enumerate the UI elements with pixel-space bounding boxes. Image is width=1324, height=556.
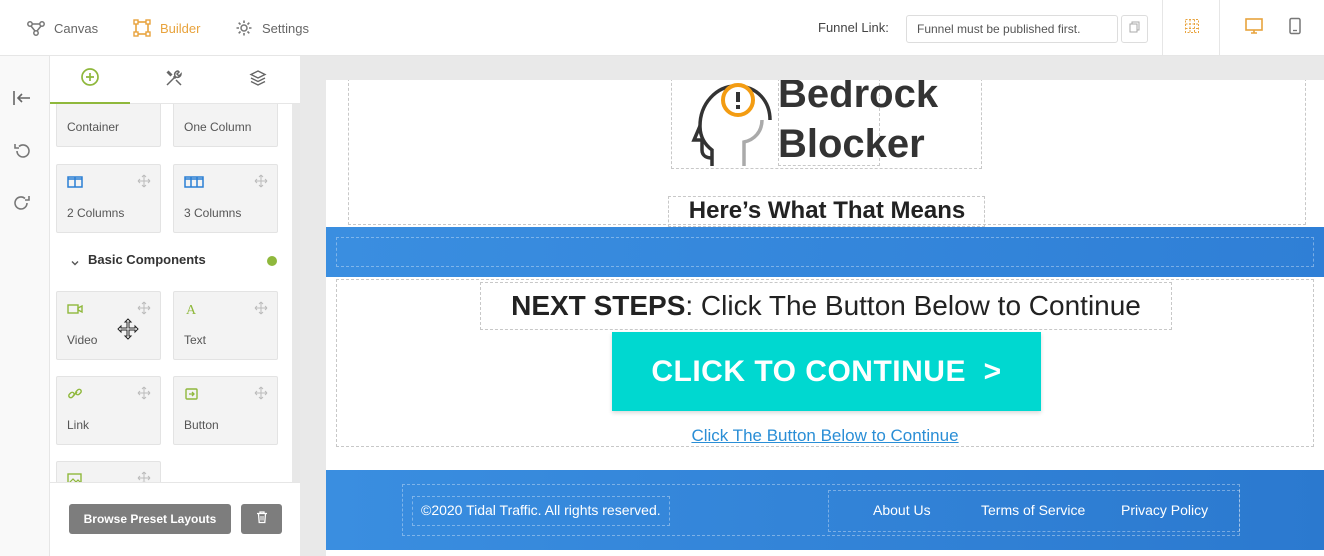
next-steps-text[interactable]: NEXT STEPS: Click The Button Below to Co…: [480, 282, 1172, 330]
nav-builder-label: Builder: [160, 20, 201, 36]
component-label: Link: [67, 418, 90, 432]
component-label: 3 Columns: [184, 206, 242, 220]
grid-icon: [1184, 18, 1200, 39]
grid-toggle-button[interactable]: [1182, 18, 1202, 38]
cta-button-label: CLICK TO CONTINUE >: [651, 354, 1002, 388]
redo-button[interactable]: [11, 194, 33, 216]
top-toolbar: Canvas Builder Settings Funnel Link: Fun…: [0, 0, 1324, 56]
component-label: Button: [184, 418, 219, 432]
drag-handle-icon[interactable]: [137, 174, 151, 188]
component-button[interactable]: Button: [173, 376, 278, 445]
continue-link[interactable]: Click The Button Below to Continue: [326, 426, 1324, 446]
next-steps-bold: NEXT STEPS: [511, 290, 686, 321]
toolbar-divider: [1219, 0, 1220, 56]
footer-link-about-us[interactable]: About Us: [873, 502, 931, 518]
nav-canvas-label: Canvas: [54, 20, 99, 36]
components-list: Container One Column 2 Columns 3 Columns: [50, 104, 292, 482]
toolbar-divider: [1162, 0, 1163, 56]
video-icon: [67, 302, 83, 316]
logo-text-line1: Bedrock: [778, 80, 939, 116]
panel-tabs: [50, 56, 300, 104]
move-cursor-icon: [117, 318, 139, 340]
drag-handle-icon[interactable]: [137, 301, 151, 315]
redo-icon: [12, 193, 32, 218]
drag-handle-icon[interactable]: [254, 386, 268, 400]
panel-scrollbar[interactable]: [292, 104, 300, 482]
nav-builder[interactable]: Builder: [132, 0, 200, 56]
component-container[interactable]: Container: [56, 104, 161, 147]
component-image[interactable]: [56, 461, 161, 482]
editor-canvas: Bedrock Blocker Here’s What That Means N…: [300, 56, 1324, 556]
panel-footer: Browse Preset Layouts: [50, 482, 300, 556]
section-title-basic-components[interactable]: Basic Components: [88, 252, 206, 267]
click-to-continue-button[interactable]: CLICK TO CONTINUE >: [612, 332, 1041, 411]
gear-icon: [234, 18, 254, 38]
collapse-panel-button[interactable]: [11, 89, 33, 111]
button-icon: [184, 387, 200, 401]
drag-handle-icon[interactable]: [254, 301, 268, 315]
page-footer[interactable]: ©2020 Tidal Traffic. All rights reserved…: [326, 470, 1324, 550]
component-two-columns[interactable]: 2 Columns: [56, 164, 161, 233]
logo-text-line2: Blocker: [778, 122, 925, 166]
builder-icon: [132, 18, 152, 38]
text-icon: A: [184, 302, 200, 318]
tab-add-elements[interactable]: [50, 56, 130, 104]
three-columns-icon: [184, 175, 204, 189]
drag-handle-icon[interactable]: [137, 386, 151, 400]
component-label: Video: [67, 333, 98, 347]
tools-icon: [164, 68, 184, 93]
copy-icon: [1129, 20, 1141, 38]
funnel-link-field[interactable]: Funnel must be published first.: [906, 15, 1118, 43]
link-icon: [67, 387, 83, 401]
footer-link-privacy-policy[interactable]: Privacy Policy: [1121, 502, 1208, 518]
nav-settings[interactable]: Settings: [234, 0, 309, 56]
section-heading[interactable]: Here’s What That Means: [669, 196, 985, 226]
next-steps-rest: : Click The Button Below to Continue: [685, 290, 1141, 321]
funnel-link-label: Funnel Link:: [818, 20, 889, 35]
mobile-icon: [1288, 17, 1302, 40]
delete-button[interactable]: [241, 504, 282, 534]
chevron-down-icon[interactable]: [70, 255, 80, 273]
canvas-icon: [26, 18, 46, 38]
undo-icon: [12, 141, 32, 166]
layers-icon: [248, 68, 268, 93]
logo[interactable]: Bedrock Blocker: [682, 80, 968, 168]
status-dot: [267, 256, 277, 266]
trash-icon: [255, 510, 269, 529]
two-columns-icon: [67, 175, 83, 189]
mobile-view-button[interactable]: [1285, 17, 1305, 40]
component-video[interactable]: Video: [56, 291, 161, 360]
collapse-left-icon: [12, 89, 32, 112]
component-one-column[interactable]: One Column: [173, 104, 278, 147]
desktop-icon: [1244, 17, 1264, 40]
undo-button[interactable]: [11, 142, 33, 164]
image-icon: [67, 472, 83, 482]
copy-link-button[interactable]: [1121, 15, 1148, 43]
component-label: One Column: [184, 120, 252, 134]
drag-handle-icon[interactable]: [254, 174, 268, 188]
nav-settings-label: Settings: [262, 20, 309, 36]
copyright-text: ©2020 Tidal Traffic. All rights reserved…: [421, 502, 661, 518]
component-label: Text: [184, 333, 207, 347]
plus-circle-icon: [80, 67, 100, 92]
left-rail: [0, 56, 50, 556]
browse-preset-layouts-button[interactable]: Browse Preset Layouts: [69, 504, 231, 534]
component-three-columns[interactable]: 3 Columns: [173, 164, 278, 233]
tab-layers[interactable]: [218, 56, 298, 104]
component-label: 2 Columns: [67, 206, 125, 220]
drag-handle-icon[interactable]: [137, 471, 151, 482]
component-link[interactable]: Link: [56, 376, 161, 445]
builder-panel: Container One Column 2 Columns 3 Columns: [50, 56, 300, 556]
nav-canvas[interactable]: Canvas: [26, 0, 98, 56]
page-preview: Bedrock Blocker Here’s What That Means N…: [326, 80, 1324, 556]
component-label: Container: [67, 120, 120, 134]
head-warning-icon: [691, 83, 772, 166]
band-outline: [336, 237, 1314, 267]
blue-divider-section[interactable]: [326, 227, 1324, 277]
tab-tools[interactable]: [134, 56, 214, 104]
svg-text:A: A: [186, 303, 197, 316]
desktop-view-button[interactable]: [1244, 17, 1264, 40]
footer-link-terms-of-service[interactable]: Terms of Service: [981, 502, 1085, 518]
component-text[interactable]: A Text: [173, 291, 278, 360]
